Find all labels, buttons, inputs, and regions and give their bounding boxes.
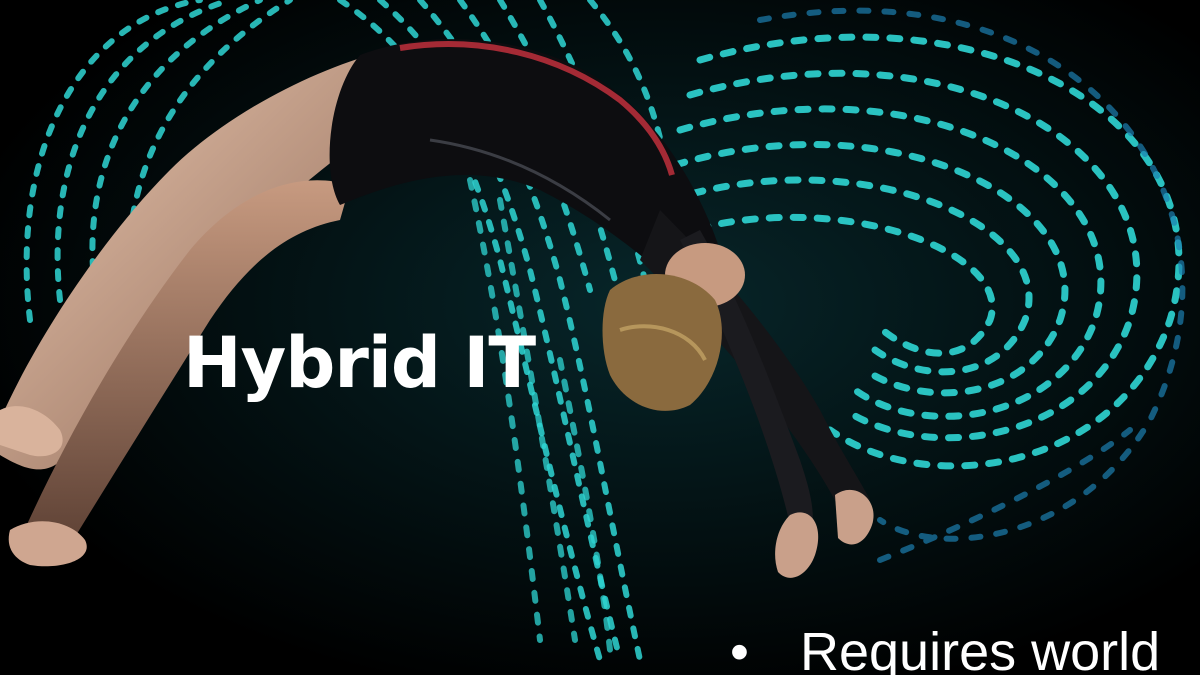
bullet-item: • Requires world (730, 612, 1200, 675)
slide-title: Hybrid IT (183, 322, 536, 404)
bullet-marker: • (730, 622, 749, 675)
bullet-text: Requires world (800, 622, 1161, 675)
gymnast-backflip-photo (0, 0, 1200, 675)
slide: Hybrid IT • Requires world (0, 0, 1200, 675)
